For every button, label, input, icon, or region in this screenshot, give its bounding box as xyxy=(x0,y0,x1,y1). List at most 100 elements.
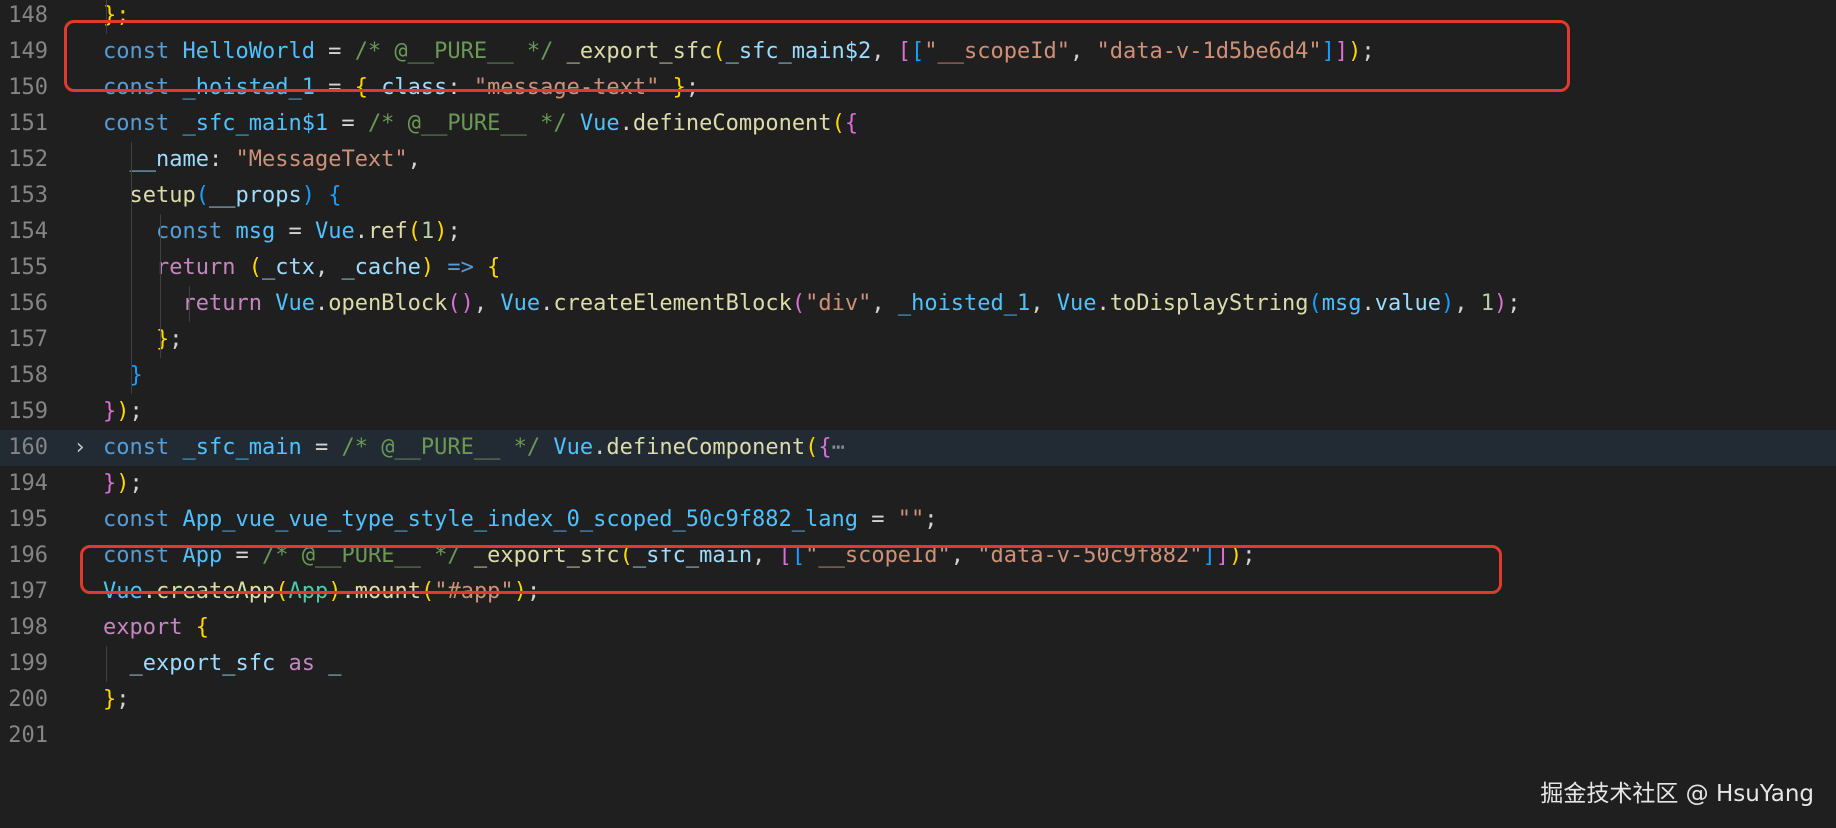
line-number: 149 xyxy=(8,39,48,64)
code-text: const msg = Vue.ref(1); xyxy=(103,214,461,250)
code-line-200[interactable]: 200}; xyxy=(0,682,1836,718)
line-number: 155 xyxy=(8,255,48,280)
code-line-195[interactable]: 195 const App_vue_vue_type_style_index_0_… xyxy=(0,502,1836,538)
code-token: "" xyxy=(897,507,925,532)
highlight-box-line-196 xyxy=(80,545,1502,594)
code-token: Vue xyxy=(579,111,620,136)
code-line-153[interactable]: 153 setup(__props) { xyxy=(0,178,1836,214)
line-number: 157 xyxy=(8,327,48,352)
code-token: = xyxy=(858,507,898,532)
code-text: export { xyxy=(103,610,209,646)
code-line-154[interactable]: 154 const msg = Vue.ref(1); xyxy=(0,214,1836,250)
code-token: Vue xyxy=(500,291,541,316)
code-token: } xyxy=(155,327,170,352)
code-token: /* @__PURE__ */ xyxy=(341,435,541,460)
code-line-151[interactable]: 151 const _sfc_main$1 = /* @__PURE__ */ V… xyxy=(0,106,1836,142)
code-token: __props xyxy=(208,183,302,208)
code-token: ) xyxy=(420,255,435,280)
fold-chevron-icon[interactable]: › xyxy=(72,430,88,466)
code-token: { xyxy=(818,435,832,460)
line-number: 194 xyxy=(8,471,48,496)
line-number: 158 xyxy=(8,363,48,388)
code-line-201[interactable]: 201 xyxy=(0,718,1836,754)
code-token: Vue xyxy=(275,291,315,316)
code-token: _sfc_main$1 xyxy=(182,111,329,136)
line-number: 200 xyxy=(8,687,48,712)
code-token: return xyxy=(155,255,249,280)
code-token: . xyxy=(619,111,633,136)
code-token: ( xyxy=(248,255,262,280)
line-number: 198 xyxy=(8,615,48,640)
line-number: 148 xyxy=(8,3,48,28)
code-token: , xyxy=(407,147,421,172)
code-token: () xyxy=(447,291,474,316)
code-text: __name: "MessageText", xyxy=(103,142,421,178)
code-token: , xyxy=(871,291,898,316)
code-line-156[interactable]: 156 return Vue.openBlock(), Vue.createEl… xyxy=(0,286,1836,322)
line-number: 154 xyxy=(8,219,48,244)
code-line-155[interactable]: 155 return (_ctx, _cache) => { xyxy=(0,250,1836,286)
code-token: { xyxy=(328,183,342,208)
code-line-199[interactable]: 199 _export_sfc as _ xyxy=(0,646,1836,682)
code-text: return (_ctx, _cache) => { xyxy=(103,250,500,286)
line-number: 197 xyxy=(8,579,48,604)
code-token: ( xyxy=(831,111,845,136)
code-text: const App_vue_vue_type_style_index_0_sco… xyxy=(103,502,938,538)
code-line-152[interactable]: 152 __name: "MessageText", xyxy=(0,142,1836,178)
code-token: const xyxy=(155,219,236,244)
code-token: _sfc_main xyxy=(182,435,302,460)
code-line-158[interactable]: 158 } xyxy=(0,358,1836,394)
code-token: ) xyxy=(301,183,329,208)
code-token: , xyxy=(473,291,501,316)
code-token: /* @__PURE__ */ xyxy=(367,111,567,136)
code-token: const xyxy=(103,111,183,136)
code-line-198[interactable]: 198 export { xyxy=(0,610,1836,646)
code-token: => xyxy=(447,255,474,280)
code-token: 1 xyxy=(1480,291,1494,316)
code-token: ( xyxy=(1308,291,1322,316)
code-token: ( xyxy=(791,291,806,316)
code-token: } xyxy=(103,471,117,496)
code-token: createElementBlock xyxy=(553,291,792,316)
code-token: _export_sfc xyxy=(129,651,276,676)
code-token: msg xyxy=(235,219,276,244)
code-token: = xyxy=(275,219,315,244)
code-token: ( xyxy=(407,219,421,244)
code-line-159[interactable]: 159}); xyxy=(0,394,1836,430)
code-token: ; xyxy=(129,471,143,496)
code-line-194[interactable]: 194}); xyxy=(0,466,1836,502)
line-number: 195 xyxy=(8,507,48,532)
code-token: = xyxy=(301,435,342,460)
code-token: ; xyxy=(1507,291,1521,316)
line-number: 156 xyxy=(8,291,48,316)
code-text: setup(__props) { xyxy=(103,178,342,214)
code-token: _hoisted_1 xyxy=(897,291,1031,316)
code-token: const xyxy=(103,435,183,460)
code-line-157[interactable]: 157 }; xyxy=(0,322,1836,358)
code-token: ( xyxy=(195,183,209,208)
code-token: ) xyxy=(1493,291,1508,316)
code-token: toDisplayString xyxy=(1109,291,1309,316)
code-token: ; xyxy=(169,327,183,352)
code-token: { xyxy=(487,255,501,280)
code-editor[interactable]: 148}; 149 const HelloWorld = /* @__PURE__ … xyxy=(0,0,1836,828)
code-token: . xyxy=(1096,291,1110,316)
line-number: 151 xyxy=(8,111,48,136)
code-token: } xyxy=(103,687,117,712)
code-token: , xyxy=(1030,291,1057,316)
code-line-160[interactable]: 160 › const _sfc_main = /* @__PURE__ */ Vu… xyxy=(0,430,1836,466)
line-number: 199 xyxy=(8,651,48,676)
indent-guide xyxy=(189,286,190,322)
code-token: __name xyxy=(129,147,209,172)
code-token: return xyxy=(182,291,276,316)
line-number: 196 xyxy=(8,543,48,568)
code-token: as xyxy=(275,651,329,676)
code-token: } xyxy=(103,399,117,424)
